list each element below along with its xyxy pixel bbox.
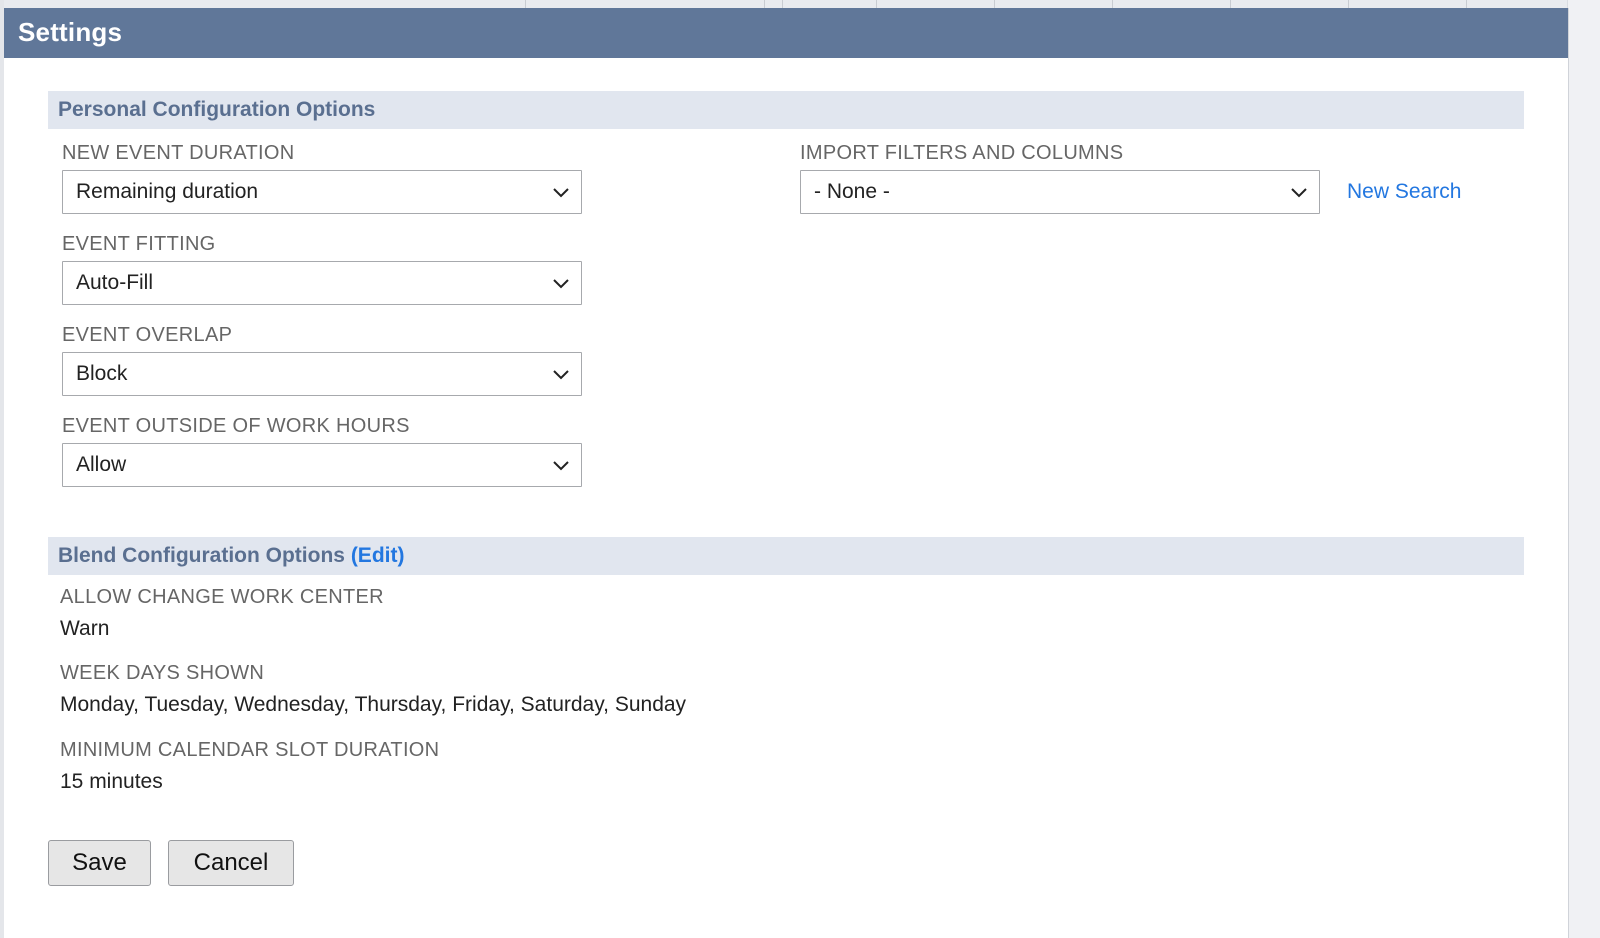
week-days-shown-label: WEEK DAYS SHOWN	[60, 662, 265, 684]
background-divider	[994, 0, 995, 8]
event-overlap-value: Block	[76, 362, 128, 385]
background-divider	[1230, 0, 1231, 8]
background-divider	[1348, 0, 1349, 8]
new-event-duration-label: NEW EVENT DURATION	[62, 142, 295, 164]
event-fitting-value: Auto-Fill	[76, 271, 154, 294]
chevron-down-icon	[553, 188, 569, 198]
min-slot-duration-value: 15 minutes	[60, 770, 163, 793]
background-divider	[1466, 0, 1467, 8]
import-filters-label: IMPORT FILTERS AND COLUMNS	[800, 142, 1124, 164]
event-overlap-label: EVENT OVERLAP	[62, 324, 233, 346]
personal-config-section-header: Personal Configuration Options	[48, 91, 1524, 129]
chevron-down-icon	[553, 370, 569, 380]
cancel-button[interactable]: Cancel	[168, 840, 294, 886]
allow-change-work-center-label: ALLOW CHANGE WORK CENTER	[60, 586, 384, 608]
dialog-title: Settings	[18, 17, 123, 47]
event-outside-work-hours-select[interactable]: Allow	[62, 443, 582, 487]
blend-config-title-text: Blend Configuration Options	[58, 544, 345, 567]
background-divider	[1112, 0, 1113, 8]
settings-dialog: Settings Personal Configuration Options …	[4, 8, 1569, 938]
min-slot-duration-label: MINIMUM CALENDAR SLOT DURATION	[60, 739, 440, 761]
event-overlap-select[interactable]: Block	[62, 352, 582, 396]
chevron-down-icon	[553, 279, 569, 289]
chevron-down-icon	[553, 461, 569, 471]
background-divider	[764, 0, 765, 8]
allow-change-work-center-value: Warn	[60, 617, 110, 640]
week-days-shown-value: Monday, Tuesday, Wednesday, Thursday, Fr…	[60, 693, 687, 716]
event-outside-work-hours-label: EVENT OUTSIDE OF WORK HOURS	[62, 415, 410, 437]
new-search-link[interactable]: New Search	[1347, 180, 1461, 204]
event-outside-work-hours-value: Allow	[76, 453, 127, 476]
new-event-duration-select[interactable]: Remaining duration	[62, 170, 582, 214]
blend-config-section-title: Blend Configuration Options (Edit)	[58, 544, 404, 568]
background-divider	[876, 0, 877, 8]
new-event-duration-value: Remaining duration	[76, 180, 259, 203]
blend-config-edit-link[interactable]: (Edit)	[351, 544, 405, 567]
import-filters-select[interactable]: - None -	[800, 170, 1320, 214]
background-scrollbar-area	[1567, 0, 1600, 938]
chevron-down-icon	[1291, 188, 1307, 198]
personal-config-section-title: Personal Configuration Options	[58, 98, 376, 121]
import-filters-value: - None -	[814, 180, 890, 203]
blend-config-section-header: Blend Configuration Options (Edit)	[48, 537, 1524, 575]
save-button[interactable]: Save	[48, 840, 151, 886]
background-divider	[525, 0, 526, 8]
background-divider	[782, 0, 783, 8]
dialog-header: Settings	[4, 8, 1568, 58]
event-fitting-label: EVENT FITTING	[62, 233, 216, 255]
event-fitting-select[interactable]: Auto-Fill	[62, 261, 582, 305]
